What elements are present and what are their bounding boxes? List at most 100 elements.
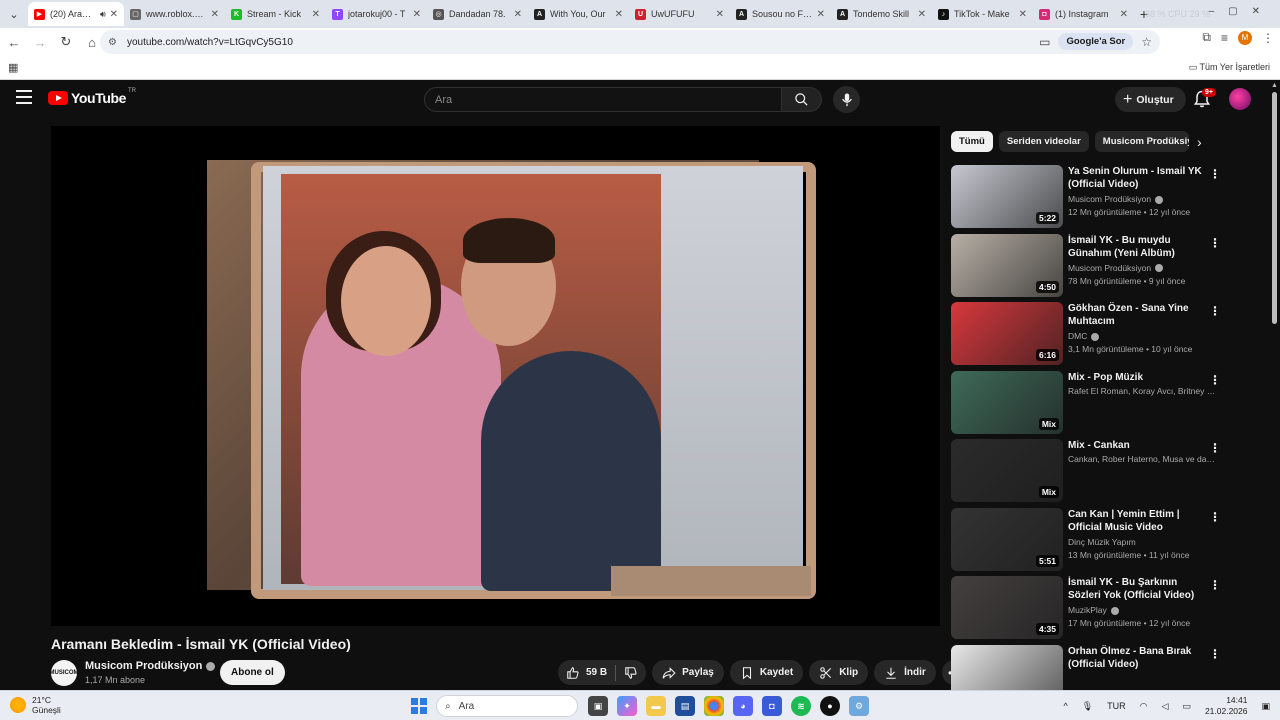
cast-icon[interactable]: ▭ bbox=[1039, 35, 1050, 49]
recommendation-item[interactable]: Mix Mix - Pop Müzik Rafet El Roman, Koray … bbox=[951, 370, 1226, 440]
recommendation-channel[interactable]: MuzikPlay bbox=[1068, 605, 1218, 615]
search-button[interactable] bbox=[782, 87, 822, 112]
file-explorer-icon[interactable]: ▬ bbox=[646, 696, 666, 716]
recommendation-channel[interactable]: Musicom Prodüksiyon bbox=[1068, 263, 1218, 273]
tab-close-icon[interactable]: ✕ bbox=[1120, 9, 1128, 20]
recommendation-channel[interactable]: Dinç Müzik Yapım bbox=[1068, 537, 1218, 547]
tab-audio-icon[interactable]: 🔊︎ bbox=[100, 9, 106, 20]
more-vert-icon[interactable]: ⋮ bbox=[1209, 304, 1221, 318]
reload-icon[interactable]: ↻ bbox=[54, 30, 78, 54]
browser-menu-icon[interactable]: ⋮ bbox=[1262, 31, 1274, 45]
chrome-icon[interactable] bbox=[704, 696, 724, 716]
video-thumbnail[interactable]: 4:35 bbox=[951, 576, 1063, 639]
site-info-icon[interactable]: ⚙ bbox=[108, 37, 117, 48]
recommendation-item[interactable]: 6:16 Gökhan Özen - Sana Yine Muhtacım DMC 3… bbox=[951, 302, 1226, 371]
create-button[interactable]: + Oluştur bbox=[1115, 87, 1186, 112]
bookmark-star-icon[interactable]: ☆ bbox=[1141, 35, 1152, 49]
browser-tab[interactable]: K Stream - Kick ✕ bbox=[225, 2, 326, 26]
app-icon[interactable]: ◘ bbox=[762, 696, 782, 716]
input-language[interactable]: TUR bbox=[1107, 701, 1126, 711]
recommendation-title[interactable]: Mix - Pop Müzik bbox=[1068, 371, 1208, 384]
extensions-puzzle-icon[interactable]: ⧉ bbox=[1202, 30, 1211, 45]
filter-chip[interactable]: Tümü bbox=[951, 131, 993, 152]
copilot-icon[interactable]: ✦ bbox=[617, 696, 637, 716]
download-button[interactable]: İndir bbox=[874, 660, 936, 685]
browser-tab[interactable]: ▶ (20) Aramanı 🔊︎ ✕ bbox=[28, 2, 124, 26]
dislike-button[interactable] bbox=[616, 660, 646, 685]
task-view-icon[interactable]: ▣ bbox=[588, 696, 608, 716]
scroll-up-arrow-icon[interactable]: ▲ bbox=[1271, 82, 1278, 89]
voice-search-button[interactable] bbox=[833, 86, 860, 113]
recommendation-item[interactable]: 5:22 Ya Senin Olurum - Ismail YK (Officia… bbox=[951, 165, 1226, 234]
recommendation-item[interactable]: Mix Mix - Cankan Cankan, Rober Haterno, Mu… bbox=[951, 439, 1226, 508]
video-thumbnail[interactable]: 5:51 bbox=[951, 507, 1063, 571]
address-bar[interactable]: ⚙ youtube.com/watch?v=LtGqvCy5G10 ▭ Goog… bbox=[100, 30, 1160, 54]
back-icon[interactable]: ← bbox=[2, 30, 26, 54]
recommendation-title[interactable]: İsmail YK - Bu Şarkının Sözleri Yok (Off… bbox=[1068, 576, 1208, 602]
recommendation-item[interactable]: 4:35 İsmail YK - Bu Şarkının Sözleri Yok … bbox=[951, 576, 1226, 645]
tab-close-icon[interactable]: ✕ bbox=[110, 9, 118, 20]
browser-tab[interactable]: ▢ www.roblox.com ✕ bbox=[124, 2, 225, 26]
channel-avatar[interactable]: MUSICOM bbox=[50, 660, 79, 686]
clip-button[interactable]: Klip bbox=[809, 660, 869, 685]
microphone-tray-icon[interactable]: 🎙︎ bbox=[1082, 701, 1093, 712]
recommendation-title[interactable]: Gökhan Özen - Sana Yine Muhtacım bbox=[1068, 302, 1208, 328]
filter-chip[interactable]: Musicom Prodüksiyon bbox=[1094, 131, 1189, 152]
recommendation-title[interactable]: Ya Senin Olurum - Ismail YK (Official Vi… bbox=[1068, 165, 1208, 191]
recommendation-channel[interactable]: DMC bbox=[1068, 331, 1218, 341]
recommendation-item[interactable]: 5:51 Can Kan | Yemin Ettim | Official Mus… bbox=[951, 507, 1226, 577]
video-thumbnail[interactable]: Mix bbox=[951, 370, 1063, 434]
tab-close-icon[interactable]: ✕ bbox=[918, 9, 926, 20]
browser-tab[interactable]: A Sousou no Frie ✕ bbox=[730, 2, 831, 26]
discord-icon[interactable]: ◕ bbox=[733, 696, 753, 716]
more-vert-icon[interactable]: ⋮ bbox=[1209, 647, 1221, 661]
like-button[interactable]: 59 B bbox=[558, 660, 615, 685]
browser-tab[interactable]: ◘ (1) Instagram ✕ bbox=[1033, 2, 1134, 26]
save-button[interactable]: Kaydet bbox=[729, 660, 804, 685]
volume-icon[interactable]: ◁ bbox=[1162, 701, 1169, 712]
browser-tab[interactable]: ♪ TikTok - Make ✕ bbox=[932, 2, 1033, 26]
tab-search-chevron-icon[interactable]: ⌄ bbox=[0, 0, 28, 28]
tab-close-icon[interactable]: ✕ bbox=[211, 9, 219, 20]
clock[interactable]: 14:41 21.02.2026 bbox=[1205, 695, 1248, 717]
media-controls-icon[interactable]: ≡ bbox=[1221, 31, 1228, 45]
browser-tab[interactable]: ◎ Dandadan 78. ✕ bbox=[427, 2, 528, 26]
video-thumbnail[interactable]: Mix bbox=[951, 439, 1063, 502]
recommendation-title[interactable]: Orhan Ölmez - Bana Bırak (Official Video… bbox=[1068, 645, 1208, 671]
filter-chip[interactable]: Seriden videolar bbox=[998, 131, 1089, 152]
all-bookmarks-link[interactable]: ▭ Tüm Yer İşaretleri bbox=[1189, 62, 1270, 73]
tab-close-icon[interactable]: ✕ bbox=[1019, 9, 1027, 20]
profile-avatar[interactable]: M bbox=[1238, 30, 1252, 45]
browser-tab[interactable]: Tjotarokuj00 - T ✕ bbox=[326, 2, 427, 26]
youtube-logo[interactable]: YouTube TR bbox=[48, 88, 136, 106]
tray-chevron-icon[interactable]: ^ bbox=[1063, 701, 1067, 711]
wifi-icon[interactable]: ◠ bbox=[1140, 701, 1148, 712]
settings-gear-icon[interactable]: ⚙ bbox=[849, 696, 869, 716]
account-avatar[interactable] bbox=[1229, 88, 1251, 110]
windows-start-icon[interactable] bbox=[411, 698, 427, 714]
browser-tab[interactable]: A With You, Our ✕ bbox=[528, 2, 629, 26]
apps-grid-icon[interactable]: ▦ bbox=[8, 61, 18, 74]
forward-icon[interactable]: → bbox=[28, 30, 52, 54]
subscribe-button[interactable]: Abone ol bbox=[220, 660, 285, 685]
taskbar-search[interactable]: ⌕ Ara bbox=[436, 695, 578, 717]
more-vert-icon[interactable]: ⋮ bbox=[1209, 441, 1221, 455]
google-ask-button[interactable]: Google'a Sor bbox=[1058, 33, 1134, 50]
store-icon[interactable]: ▤ bbox=[675, 696, 695, 716]
window-controls[interactable]: –▢✕ bbox=[1209, 6, 1274, 17]
recommendation-title[interactable]: Can Kan | Yemin Ettim | Official Music V… bbox=[1068, 508, 1208, 534]
recommendation-title[interactable]: Mix - Cankan bbox=[1068, 439, 1208, 452]
tab-close-icon[interactable]: ✕ bbox=[716, 9, 724, 20]
page-scrollbar[interactable] bbox=[1272, 92, 1277, 324]
more-vert-icon[interactable]: ⋮ bbox=[1209, 510, 1221, 524]
video-thumbnail[interactable]: 4:50 bbox=[951, 233, 1063, 297]
tab-close-icon[interactable]: ✕ bbox=[312, 9, 320, 20]
tab-close-icon[interactable]: ✕ bbox=[413, 9, 421, 20]
steam-icon[interactable]: ● bbox=[820, 696, 840, 716]
search-input[interactable]: Ara bbox=[424, 87, 782, 112]
browser-tab[interactable]: U UwUFUFU ✕ bbox=[629, 2, 730, 26]
video-player[interactable] bbox=[51, 126, 940, 626]
browser-tab[interactable]: A Tondemo Skill ✕ bbox=[831, 2, 932, 26]
tab-close-icon[interactable]: ✕ bbox=[817, 9, 825, 20]
video-thumbnail[interactable]: 6:16 bbox=[951, 302, 1063, 365]
